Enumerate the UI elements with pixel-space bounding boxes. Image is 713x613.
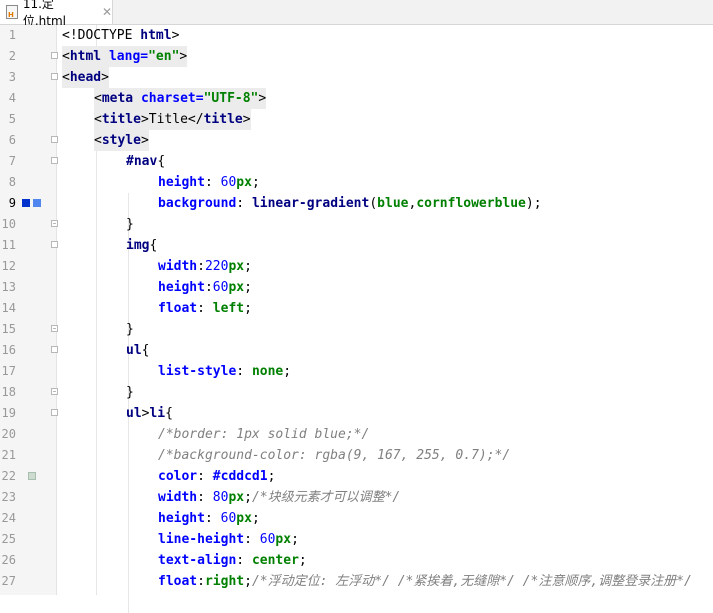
- code-line[interactable]: 24 height: 60px;: [0, 508, 713, 529]
- code-text: ul>li{: [126, 406, 173, 421]
- code-line[interactable]: 25 line-height: 60px;: [0, 529, 713, 550]
- line-number: 24: [1, 511, 16, 525]
- code-text: <head>: [62, 67, 109, 88]
- editor-tab-bar: 11.定位.html ✕: [0, 0, 713, 28]
- code-line[interactable]: 20 /*border: 1px solid blue;*/: [0, 424, 713, 445]
- code-line[interactable]: 23 width: 80px;/*块级元素才可以调整*/: [0, 487, 713, 508]
- close-tab-icon[interactable]: ✕: [102, 5, 112, 19]
- code-text: <html lang="en">: [62, 46, 188, 67]
- line-number: 16: [1, 343, 16, 357]
- code-line[interactable]: 1 <!DOCTYPE html>: [0, 25, 713, 46]
- code-text: #nav{: [126, 154, 166, 169]
- code-line[interactable]: 15 }: [0, 319, 713, 340]
- file-tab[interactable]: 11.定位.html ✕: [0, 0, 113, 28]
- code-text: }: [126, 322, 134, 337]
- code-line[interactable]: 16 ul{: [0, 340, 713, 361]
- blue-color-swatch-icon[interactable]: [22, 199, 30, 207]
- fold-end-icon[interactable]: [51, 388, 58, 395]
- code-line[interactable]: 3 <head>: [0, 67, 713, 88]
- line-number: 14: [1, 301, 16, 315]
- line-number: 3: [8, 70, 16, 84]
- line-number: 18: [1, 385, 16, 399]
- fold-toggle-icon[interactable]: [51, 241, 58, 248]
- code-line[interactable]: 27 float:right;/*浮动定位: 左浮动*/ /*紧挨着,无缝隙*/…: [0, 571, 713, 592]
- code-line[interactable]: 11 img{: [0, 235, 713, 256]
- line-number: 17: [1, 364, 16, 378]
- code-text: background: linear-gradient(blue,cornflo…: [158, 196, 542, 211]
- code-text: <style>: [94, 130, 149, 151]
- line-number: 10: [1, 217, 16, 231]
- code-line[interactable]: 13 height:60px;: [0, 277, 713, 298]
- fold-toggle-icon[interactable]: [51, 409, 58, 416]
- code-text: line-height: 60px;: [158, 532, 299, 547]
- line-number: 1: [8, 28, 16, 42]
- code-text: text-align: center;: [158, 553, 307, 568]
- code-text: list-style: none;: [158, 364, 292, 379]
- fold-end-icon[interactable]: [51, 220, 58, 227]
- line-number: 15: [1, 322, 16, 336]
- code-text: width: 80px;/*块级元素才可以调整*/: [158, 490, 401, 505]
- line-number: 11: [1, 238, 16, 252]
- line-number: 26: [1, 553, 16, 567]
- code-line[interactable]: 18 }: [0, 382, 713, 403]
- html-file-icon: [6, 5, 18, 19]
- line-number: 13: [1, 280, 16, 294]
- code-text: color: #cddcd1;: [158, 469, 276, 484]
- code-line[interactable]: 10 }: [0, 214, 713, 235]
- line-number: 21: [1, 448, 16, 462]
- line-number: 22: [1, 469, 16, 483]
- code-text: height:60px;: [158, 280, 252, 295]
- code-text: float: left;: [158, 301, 252, 316]
- line-number: 6: [8, 133, 16, 147]
- code-line[interactable]: 6 <style>: [0, 130, 713, 151]
- color-swatch-icon[interactable]: [28, 472, 36, 480]
- line-number: 4: [8, 91, 16, 105]
- cornflowerblue-color-swatch-icon[interactable]: [33, 199, 41, 207]
- code-text: float:right;/*浮动定位: 左浮动*/ /*紧挨着,无缝隙*/ /*…: [158, 574, 692, 589]
- code-text: /*background-color: rgba(9, 167, 255, 0.…: [158, 448, 511, 463]
- code-editor[interactable]: 1 <!DOCTYPE html> 2 <html lang="en"> 3 <…: [0, 25, 713, 613]
- line-number: 19: [1, 406, 16, 420]
- line-number: 25: [1, 532, 16, 546]
- code-line[interactable]: 7 #nav{: [0, 151, 713, 172]
- code-line[interactable]: 17 list-style: none;: [0, 361, 713, 382]
- fold-toggle-icon[interactable]: [51, 73, 58, 80]
- line-number: 8: [8, 175, 16, 189]
- code-line[interactable]: 14 float: left;: [0, 298, 713, 319]
- line-number: 9: [8, 196, 16, 210]
- line-number: 5: [8, 112, 16, 126]
- code-text: }: [126, 217, 134, 232]
- line-number: 23: [1, 490, 16, 504]
- code-line[interactable]: 2 <html lang="en">: [0, 46, 713, 67]
- code-line[interactable]: 4 <meta charset="UTF-8">: [0, 88, 713, 109]
- line-number: 7: [8, 154, 16, 168]
- fold-toggle-icon[interactable]: [51, 346, 58, 353]
- line-number: 27: [1, 574, 16, 588]
- code-text: <meta charset="UTF-8">: [94, 88, 267, 109]
- line-number: 2: [8, 49, 16, 63]
- code-text: ul{: [126, 343, 150, 358]
- code-text: height: 60px;: [158, 175, 260, 190]
- line-number: 12: [1, 259, 16, 273]
- code-line[interactable]: 8 height: 60px;: [0, 172, 713, 193]
- code-line[interactable]: 22 color: #cddcd1;: [0, 466, 713, 487]
- code-line[interactable]: 5 <title>Title</title>: [0, 109, 713, 130]
- code-text: }: [126, 385, 134, 400]
- fold-end-icon[interactable]: [51, 325, 58, 332]
- code-line[interactable]: 21 /*background-color: rgba(9, 167, 255,…: [0, 445, 713, 466]
- fold-toggle-icon[interactable]: [51, 157, 58, 164]
- code-text: <!DOCTYPE html>: [62, 28, 180, 43]
- code-text: /*border: 1px solid blue;*/: [158, 427, 370, 442]
- fold-toggle-icon[interactable]: [51, 136, 58, 143]
- code-text: height: 60px;: [158, 511, 260, 526]
- code-text: img{: [126, 238, 158, 253]
- code-line[interactable]: 19 ul>li{: [0, 403, 713, 424]
- code-text: width:220px;: [158, 259, 252, 274]
- code-line[interactable]: 26 text-align: center;: [0, 550, 713, 571]
- line-number: 20: [1, 427, 16, 441]
- fold-toggle-icon[interactable]: [51, 52, 58, 59]
- code-text: <title>Title</title>: [94, 109, 251, 130]
- code-line[interactable]: 9 background: linear-gradient(blue,cornf…: [0, 193, 713, 214]
- code-line[interactable]: 12 width:220px;: [0, 256, 713, 277]
